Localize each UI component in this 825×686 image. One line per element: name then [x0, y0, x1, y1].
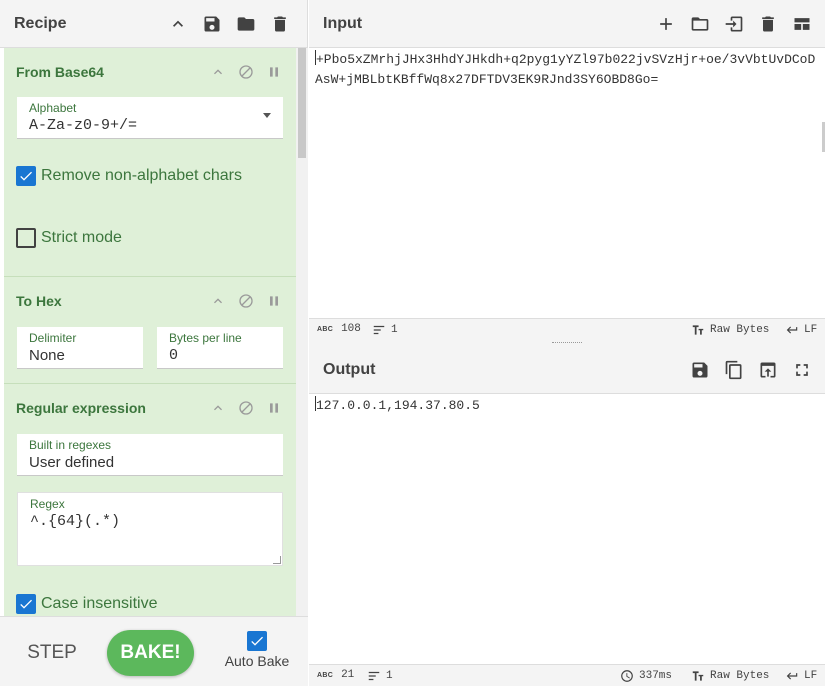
save-icon[interactable]	[195, 7, 229, 41]
strict-mode-checkbox[interactable]: Strict mode	[16, 228, 122, 248]
output-title: Output	[323, 360, 376, 378]
operation-from-base64: From Base64 Alphabet A-Za-z0-9+/= Remove…	[4, 48, 296, 277]
step-button[interactable]: STEP	[16, 637, 88, 669]
auto-bake-toggle[interactable]: Auto Bake	[220, 631, 294, 669]
return-icon	[786, 672, 798, 680]
disable-icon[interactable]	[232, 394, 260, 422]
operation-name: From Base64	[16, 64, 104, 80]
alphabet-select[interactable]: Alphabet A-Za-z0-9+/=	[17, 97, 283, 139]
operation-name: To Hex	[16, 293, 62, 309]
checkbox-checked-icon[interactable]	[16, 166, 36, 186]
bytes-per-line-input[interactable]: Bytes per line 0	[157, 327, 283, 369]
output-length: 21	[341, 669, 355, 681]
input-eol[interactable]: LF	[785, 323, 817, 337]
recipe-panel: Recipe From Base64 Alphabet A-Za-z0-9+/=…	[0, 0, 308, 686]
checkbox-unchecked-icon[interactable]	[16, 228, 36, 248]
save-icon[interactable]	[683, 353, 717, 387]
cyberchef-app: Recipe From Base64 Alphabet A-Za-z0-9+/=…	[0, 0, 825, 686]
delimiter-select[interactable]: Delimiter None	[17, 327, 143, 369]
operation-to-hex: To Hex Delimiter None Bytes per line 0	[4, 277, 296, 384]
input-length: 108	[341, 323, 361, 335]
pause-icon[interactable]	[260, 58, 288, 86]
remove-non-alphabet-checkbox[interactable]: Remove non-alphabet chars	[16, 166, 242, 186]
disable-icon[interactable]	[232, 58, 260, 86]
minimise-icon[interactable]	[204, 287, 232, 315]
output-lines: 1	[386, 670, 393, 682]
output-encoding[interactable]: Raw Bytes	[691, 669, 769, 683]
plus-icon[interactable]	[649, 7, 683, 41]
chevron-up-icon[interactable]	[161, 7, 195, 41]
scrollbar-thumb[interactable]	[298, 48, 306, 158]
output-header: Output	[309, 346, 825, 394]
lines-icon	[368, 671, 380, 681]
output-status-bar: ABC 21 1 337ms Raw Bytes LF	[309, 664, 825, 686]
input-status-bar: ABC 108 1 Raw Bytes LF	[309, 318, 825, 340]
text-format-icon	[692, 671, 704, 681]
replace-input-icon[interactable]	[751, 353, 785, 387]
layout-icon[interactable]	[785, 7, 819, 41]
recipe-list: From Base64 Alphabet A-Za-z0-9+/= Remove…	[4, 48, 296, 616]
case-insensitive-checkbox[interactable]: Case insensitive	[16, 594, 158, 614]
trash-icon[interactable]	[751, 7, 785, 41]
return-icon	[786, 326, 798, 334]
disable-icon[interactable]	[232, 287, 260, 315]
chevron-down-icon	[263, 113, 271, 118]
resize-handle-icon[interactable]	[273, 556, 281, 564]
output-eol[interactable]: LF	[785, 669, 817, 683]
io-panel: Input +Pbo5xZMrhjJHx3HhdYJHkdh+q2pyg1yYZ…	[309, 0, 825, 686]
fullscreen-icon[interactable]	[785, 353, 819, 387]
bake-time: 337ms	[639, 670, 673, 682]
built-in-regexes-select[interactable]: Built in regexes User defined	[17, 434, 283, 476]
minimise-icon[interactable]	[204, 58, 232, 86]
recipe-scrollbar[interactable]	[296, 48, 308, 616]
abc-icon: ABC	[317, 671, 334, 679]
minimise-icon[interactable]	[204, 394, 232, 422]
recipe-header: Recipe	[0, 0, 307, 48]
operation-regular-expression: Regular expression Built in regexes User…	[4, 384, 296, 616]
trash-icon[interactable]	[263, 7, 297, 41]
input-title: Input	[323, 14, 363, 32]
text-format-icon	[692, 325, 704, 335]
lines-icon	[373, 325, 385, 335]
pause-icon[interactable]	[260, 287, 288, 315]
output-textarea[interactable]: 127.0.0.1,194.37.80.5	[315, 396, 821, 662]
bake-button[interactable]: BAKE!	[107, 630, 194, 676]
checkbox-checked-icon[interactable]	[247, 631, 267, 651]
pause-icon[interactable]	[260, 394, 288, 422]
input-lines: 1	[391, 324, 398, 336]
copy-icon[interactable]	[717, 353, 751, 387]
input-header: Input	[309, 0, 825, 48]
clock-icon	[621, 670, 633, 682]
regex-textarea[interactable]: Regex ^.{64}(.*)	[17, 492, 283, 566]
checkbox-checked-icon[interactable]	[16, 594, 36, 614]
input-textarea[interactable]: +Pbo5xZMrhjJHx3HhdYJHkdh+q2pyg1yYZl97b02…	[315, 50, 821, 318]
abc-icon: ABC	[317, 325, 334, 333]
drag-grip-icon[interactable]	[552, 342, 582, 344]
recipe-title: Recipe	[14, 14, 67, 32]
input-encoding[interactable]: Raw Bytes	[691, 323, 769, 337]
open-folder-icon[interactable]	[683, 7, 717, 41]
bake-controls: STEP BAKE! Auto Bake	[0, 616, 308, 686]
folder-icon[interactable]	[229, 7, 263, 41]
open-file-icon[interactable]	[717, 7, 751, 41]
operation-name: Regular expression	[16, 400, 146, 416]
